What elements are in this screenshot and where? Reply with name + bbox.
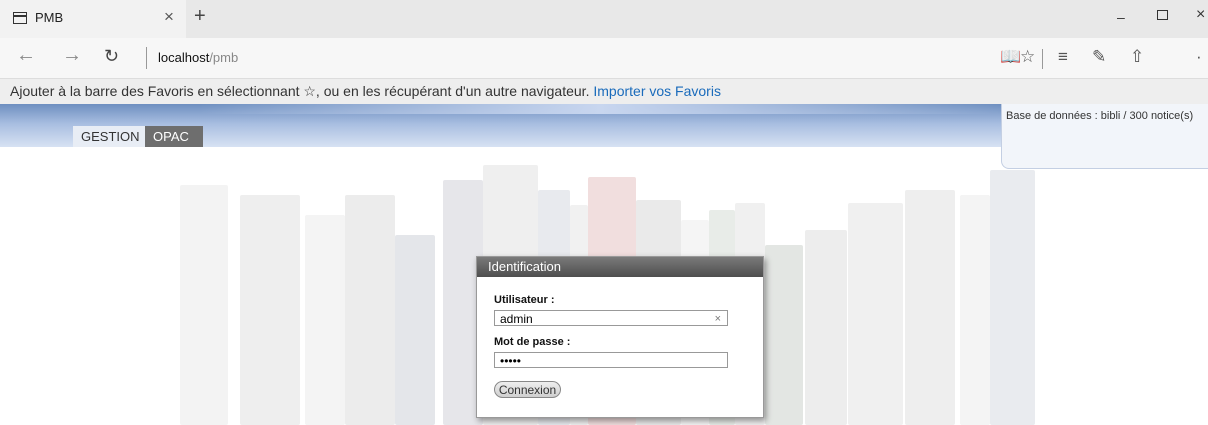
username-label: Utilisateur : [494,294,555,306]
address-path: /pmb [209,50,239,65]
share-icon[interactable]: ⇧ [1130,47,1144,67]
window-close-icon[interactable]: × [1196,6,1205,24]
clear-icon[interactable]: × [715,311,721,327]
connexion-button[interactable]: Connexion [494,381,561,398]
reading-view-icon[interactable]: 📖 [1000,47,1021,67]
toolbar-divider [1042,49,1043,69]
browser-navbar: ← → ↻ localhost/pmb 📖 ☆ ≡ ✎ ⇧ · [0,38,1208,78]
username-input[interactable]: admin × [494,310,728,326]
address-bar[interactable]: localhost/pmb [158,50,238,65]
address-host: localhost [158,50,210,65]
username-value: admin [500,312,533,326]
back-icon[interactable]: ← [16,44,36,67]
web-note-icon[interactable]: ✎ [1092,47,1106,67]
dialog-title: Identification [477,257,763,277]
close-tab-icon[interactable]: × [164,7,174,27]
tab-gestion[interactable]: GESTION [73,126,145,147]
password-label: Mot de passe : [494,336,571,348]
browser-tabbar: PMB × + – × [0,0,1208,38]
favorites-prompt: Ajouter à la barre des Favoris en sélect… [10,83,721,100]
new-tab-icon[interactable]: + [194,5,206,28]
page-icon [13,12,27,24]
favorites-prompt-text: Ajouter à la barre des Favoris en sélect… [10,83,590,99]
password-input[interactable]: ••••• [494,352,728,368]
password-value: ••••• [500,354,522,368]
address-divider [146,47,147,69]
database-info: Base de données : bibli / 300 notice(s) [1006,110,1194,122]
login-dialog: Identification Utilisateur : admin × Mot… [476,256,764,418]
hub-icon[interactable]: ≡ [1058,47,1068,67]
pmb-page: Base de données : bibli / 300 notice(s) … [0,104,1208,425]
favorites-prompt-bar: Ajouter à la barre des Favoris en sélect… [0,78,1208,105]
minimize-icon[interactable]: – [1117,9,1125,25]
tab-opac[interactable]: OPAC [145,126,203,147]
reload-icon[interactable]: ↻ [104,46,119,67]
more-icon[interactable]: · [1196,47,1202,67]
forward-icon[interactable]: → [62,44,82,67]
import-favorites-link[interactable]: Importer vos Favoris [593,83,721,99]
tab-title: PMB [35,10,64,25]
database-info-box: Base de données : bibli / 300 notice(s) [1001,104,1208,169]
browser-tab[interactable]: PMB × [0,0,186,38]
maximize-icon[interactable] [1157,10,1168,20]
favorite-star-icon[interactable]: ☆ [1020,47,1035,67]
